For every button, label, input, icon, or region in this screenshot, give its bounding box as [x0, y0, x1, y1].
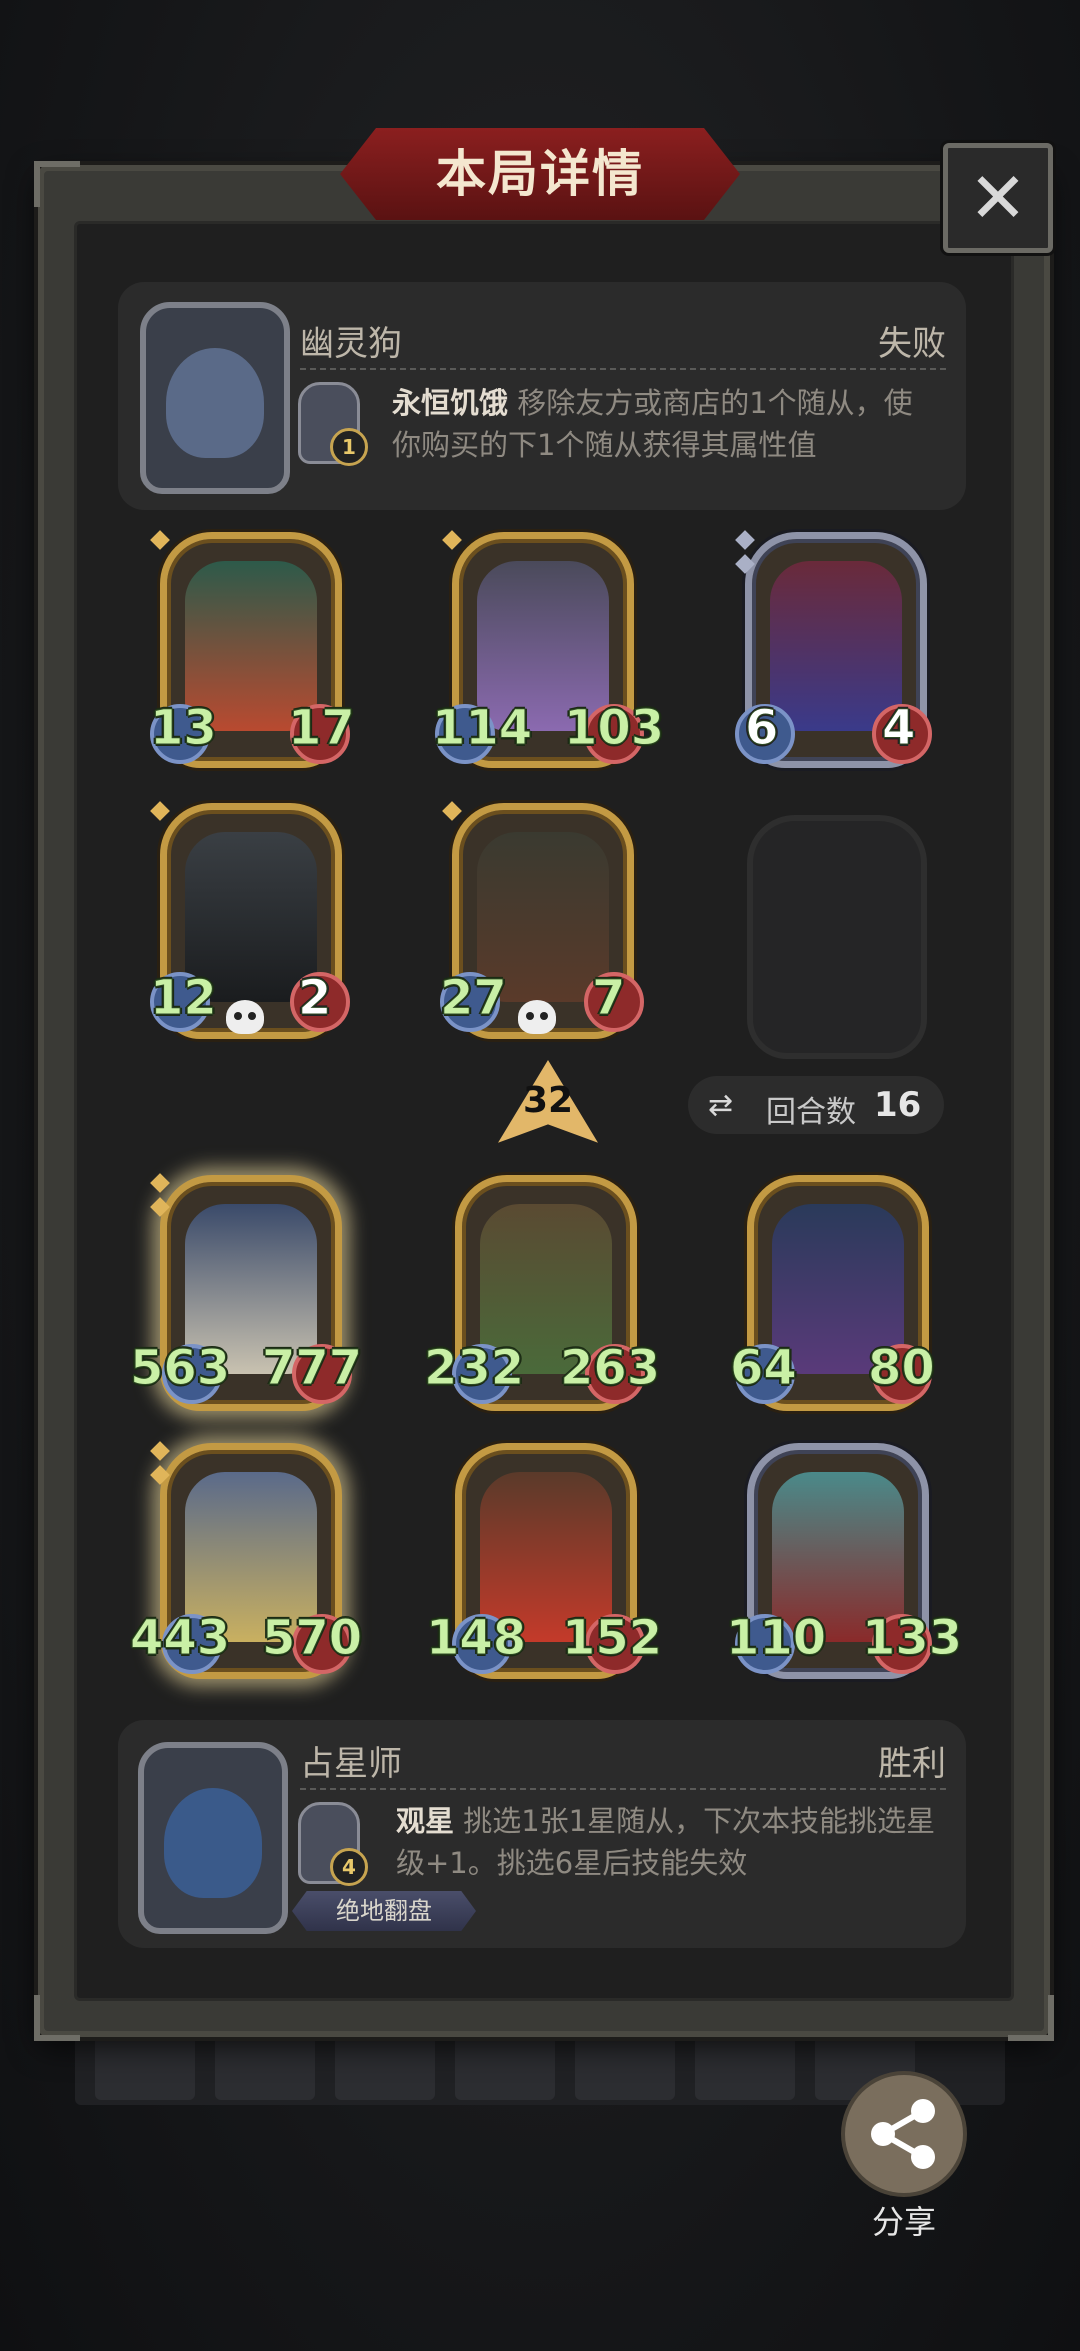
minion-attack: 148	[425, 1610, 527, 1667]
minion-health: 80	[868, 1340, 936, 1397]
minion-health: 570	[261, 1610, 363, 1667]
minion-health: 777	[261, 1340, 363, 1397]
tavern-tier-marker: 32	[498, 1060, 598, 1152]
minion-attack: 110	[725, 1610, 827, 1667]
tier-value: 32	[522, 1080, 574, 1121]
minion-health: 7	[591, 970, 626, 1027]
rounds-label: 回合数	[766, 1095, 856, 1130]
share-button[interactable]	[845, 2075, 963, 2193]
opponent-skill-level: 1	[330, 428, 368, 466]
refresh-icon: ⇄	[708, 1088, 734, 1123]
minion-attack: 27	[440, 970, 508, 1027]
minion-health: 17	[288, 700, 356, 757]
opponent-name: 幽灵狗	[300, 324, 402, 364]
minion-health: 133	[861, 1610, 963, 1667]
opponent-result: 失败	[878, 324, 946, 364]
minion-attack: 6	[744, 700, 779, 757]
minion-attack: 13	[150, 700, 218, 757]
skull-icon	[518, 1000, 556, 1034]
page-title: 本局详情	[436, 145, 644, 203]
minion-attack: 563	[129, 1340, 231, 1397]
minion-health: 263	[559, 1340, 661, 1397]
minion-attack: 12	[150, 970, 218, 1027]
share-icon	[871, 2099, 935, 2169]
minion-attack: 232	[423, 1340, 525, 1397]
minion-health: 2	[297, 970, 332, 1027]
player-skill-level: 4	[330, 1848, 368, 1886]
minion-health: 152	[561, 1610, 663, 1667]
rounds-value: 16	[874, 1085, 922, 1125]
opponent-hero-portrait[interactable]	[140, 302, 290, 494]
player-skill-desc: 观星 挑选1张1星随从，下次本技能挑选星 级+1。挑选6星后技能失效	[396, 1804, 936, 1880]
skull-icon	[226, 1000, 264, 1034]
minion-attack: 443	[129, 1610, 231, 1667]
minion-attack: 64	[730, 1340, 798, 1397]
player-name: 占星师	[300, 1744, 402, 1784]
badge-label: 绝地翻盘	[336, 1897, 432, 1925]
opponent-skill-name: 永恒饥饿	[392, 386, 509, 420]
comeback-badge: 绝地翻盘	[292, 1891, 476, 1931]
minion-health: 103	[563, 700, 665, 757]
empty-minion-slot	[747, 815, 927, 1059]
rounds-pill: ⇄ 回合数 16	[688, 1076, 944, 1134]
minion-attack: 114	[431, 700, 533, 757]
player-hero-portrait[interactable]	[138, 1742, 288, 1934]
minion-health: 4	[881, 700, 916, 757]
player-info-card: 占星师 胜利 4 观星 挑选1张1星随从，下次本技能挑选星 级+1。挑选6星后技…	[118, 1720, 966, 1948]
player-result: 胜利	[878, 1744, 946, 1784]
share-label: 分享	[871, 2203, 936, 2241]
title-plate: 本局详情	[332, 122, 748, 226]
player-skill-name: 观星	[396, 1804, 455, 1838]
close-icon: ✕	[968, 157, 1028, 239]
close-button[interactable]: ✕	[943, 143, 1053, 253]
opponent-info-card: 幽灵狗 失败 1 永恒饥饿 移除友方或商店的1个随从，使 你购买的下1个随从获得…	[118, 282, 966, 510]
opponent-skill-desc: 永恒饥饿 移除友方或商店的1个随从，使 你购买的下1个随从获得其属性值	[392, 386, 913, 462]
